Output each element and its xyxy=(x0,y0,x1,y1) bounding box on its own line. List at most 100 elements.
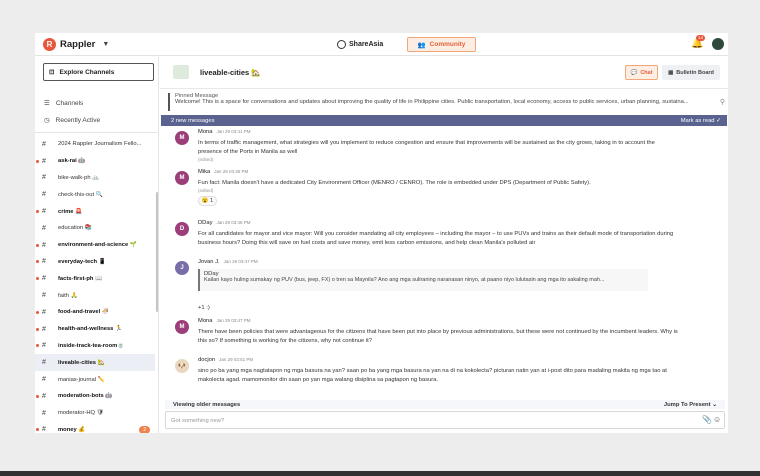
channel-title: liveable-cities 🏡 xyxy=(200,68,261,77)
avatar[interactable]: M xyxy=(175,131,189,145)
community-icon: 👥 xyxy=(417,41,426,49)
message-item[interactable]: M Mona Jan 29 03:47 PM There have been poli… xyxy=(160,318,728,358)
reaction-chip[interactable]: 😮 1 xyxy=(198,196,217,206)
message-author[interactable]: Mona xyxy=(198,318,213,324)
brand-name: Rappler xyxy=(60,39,96,50)
sidebar-channel-item[interactable]: # facts-first-ph 📖 xyxy=(35,270,155,287)
avatar[interactable]: M xyxy=(175,320,189,334)
channel-name: liveable-cities 🏡 xyxy=(58,359,105,366)
unread-dot xyxy=(36,428,39,432)
explore-channels-label: Explore Channels xyxy=(59,68,115,76)
nav-recently-active[interactable]: ◷ Recently Active xyxy=(44,116,100,125)
hash-icon: # xyxy=(42,325,46,333)
sidebar-scrollbar[interactable] xyxy=(156,192,158,312)
unpin-icon[interactable]: ⚲ xyxy=(720,98,725,106)
message-item[interactable]: M Mika Jan 29 03:45 PM Fun fact: Manila doe… xyxy=(160,169,728,209)
message-author[interactable]: docjon xyxy=(198,357,215,363)
channel-name: moderation-bots 🤖 xyxy=(58,393,113,400)
pinned-message[interactable]: Pinned Message Welcome! This is a space … xyxy=(168,93,725,111)
message-text: Fun fact: Manila doesn't have a dedicate… xyxy=(198,180,591,186)
explore-channels-button[interactable]: ⊡ Explore Channels xyxy=(43,63,154,81)
community-label: Community xyxy=(429,41,466,48)
channel-name: check-this-out 🔍 xyxy=(58,191,103,198)
sidebar-channel-item[interactable]: # everyday-tech 📱 xyxy=(35,254,155,271)
bulletin-board-tab[interactable]: ▦ Bulletin Board xyxy=(662,65,720,80)
channel-name: faith 🙏 xyxy=(58,292,78,299)
message-author[interactable]: Mona xyxy=(198,129,213,135)
unread-count-badge: 2 xyxy=(139,425,150,433)
bulletin-icon: ▦ xyxy=(668,69,674,76)
unread-dot xyxy=(36,159,39,163)
sidebar-channel-item[interactable]: # liveable-cities 🏡 xyxy=(35,354,155,372)
hash-icon: # xyxy=(42,157,46,165)
attach-icon[interactable]: 📎 xyxy=(702,415,712,424)
sidebar-channel-item[interactable]: # crime 🚨 xyxy=(35,203,155,220)
message-author[interactable]: DDay xyxy=(198,220,213,226)
sidebar-channel-item[interactable]: # check-this-out 🔍 xyxy=(35,186,155,203)
sidebar: ⊡ Explore Channels ☰ Channels ◷ Recently… xyxy=(35,57,159,433)
channel-name: crime 🚨 xyxy=(58,208,83,215)
older-messages-bar: Viewing older messages Jump To Present ⌄ xyxy=(165,400,725,409)
unread-dot xyxy=(36,344,39,348)
list-icon: ☰ xyxy=(44,100,50,107)
hash-icon: # xyxy=(42,208,46,216)
avatar[interactable]: 🐶 xyxy=(175,359,189,373)
sidebar-channel-item[interactable]: # money 💰 2 xyxy=(35,422,155,433)
mark-as-read-button[interactable]: Mark as read ✓ xyxy=(681,118,721,124)
message-item[interactable]: J Jovan J. Jan 29 03:47 PM DDay Kailan kayo … xyxy=(160,259,728,311)
message-text: There have been policies that were advan… xyxy=(198,329,678,344)
chat-tab[interactable]: 💬 Chat xyxy=(625,65,658,80)
sidebar-channel-item[interactable]: #2024 Rappler Journalism Fello... xyxy=(35,136,155,153)
sidebar-channel-item[interactable]: # faith 🙏 xyxy=(35,287,155,304)
sidebar-channel-item[interactable]: # ask-rai 🤖 xyxy=(35,153,155,170)
sidebar-channel-item[interactable]: # manias-journal ✏️ xyxy=(35,371,155,388)
hash-icon: # xyxy=(42,174,46,182)
sidebar-channel-item[interactable]: # health-and-wellness 🏃 xyxy=(35,321,155,338)
message-author[interactable]: Jovan J. xyxy=(198,259,220,265)
edited-label: (edited) xyxy=(198,188,214,193)
sidebar-channel-item[interactable]: # bike-walk-ph 🚲 xyxy=(35,170,155,187)
message-item[interactable]: D DDay Jan 29 03:46 PM For all candidates f… xyxy=(160,220,728,260)
message-item[interactable]: 🐶 docjon Jan 29 03:51 PM sino po ba yang mg… xyxy=(160,357,728,397)
sidebar-channel-item[interactable]: # education 📚 xyxy=(35,220,155,237)
hash-icon: # xyxy=(42,241,46,249)
hash-icon: # xyxy=(42,308,46,316)
community-tab[interactable]: 👥 Community xyxy=(407,37,476,52)
unread-dot xyxy=(36,394,39,398)
avatar[interactable]: J xyxy=(175,261,189,275)
message-text: +1 :) xyxy=(198,305,210,311)
shareasia-link[interactable]: ShareAsia xyxy=(337,40,383,49)
unread-dot xyxy=(36,327,39,331)
jump-to-present-button[interactable]: Jump To Present ⌄ xyxy=(664,402,717,408)
quoted-message[interactable]: DDay Kailan kayo huling sumakay ng PUV (b… xyxy=(198,269,648,291)
hash-icon: # xyxy=(42,342,46,350)
avatar[interactable]: M xyxy=(175,171,189,185)
hash-icon: # xyxy=(42,258,46,266)
channel-icon xyxy=(173,65,189,79)
unread-dot xyxy=(36,277,39,281)
sidebar-channel-item[interactable]: # environment-and-science 🌱 xyxy=(35,237,155,254)
hash-icon: # xyxy=(42,426,46,433)
message-author[interactable]: Mika xyxy=(198,169,210,175)
brand-switcher[interactable]: R Rappler ▼ xyxy=(43,38,109,51)
sidebar-channel-item[interactable]: # moderator-HQ 🛡 xyxy=(35,405,155,422)
sidebar-channel-item[interactable]: # moderation-bots 🤖 xyxy=(35,388,155,405)
edited-label: (edited) xyxy=(198,157,214,162)
nav-channels[interactable]: ☰ Channels xyxy=(44,99,83,108)
channel-name: bike-walk-ph 🚲 xyxy=(58,174,100,181)
sidebar-channel-item[interactable]: # inside-track-tea-room🍵 xyxy=(35,338,155,355)
user-avatar[interactable] xyxy=(712,38,724,50)
sidebar-channel-item[interactable]: # food-and-travel 🍜 xyxy=(35,304,155,321)
message-item[interactable]: M Mona Jan 29 03:41 PM In terms of traffic … xyxy=(160,129,728,169)
avatar[interactable]: D xyxy=(175,222,189,236)
shareasia-icon xyxy=(337,40,346,49)
message-text: For all candidates for mayor and vice ma… xyxy=(198,231,674,246)
pinned-text: Welcome! This is a space for conversatio… xyxy=(175,99,689,105)
message-timestamp: Jan 29 03:51 PM xyxy=(219,357,254,362)
chevron-down-icon: ▼ xyxy=(102,41,110,48)
channel-name: ask-rai 🤖 xyxy=(58,158,86,165)
message-author-line: docjon Jan 29 03:51 PM xyxy=(198,357,253,363)
emoji-icon[interactable]: ☺ xyxy=(713,415,721,424)
notifications-button[interactable]: 🔔 14 xyxy=(691,35,706,50)
message-input[interactable] xyxy=(171,415,671,426)
